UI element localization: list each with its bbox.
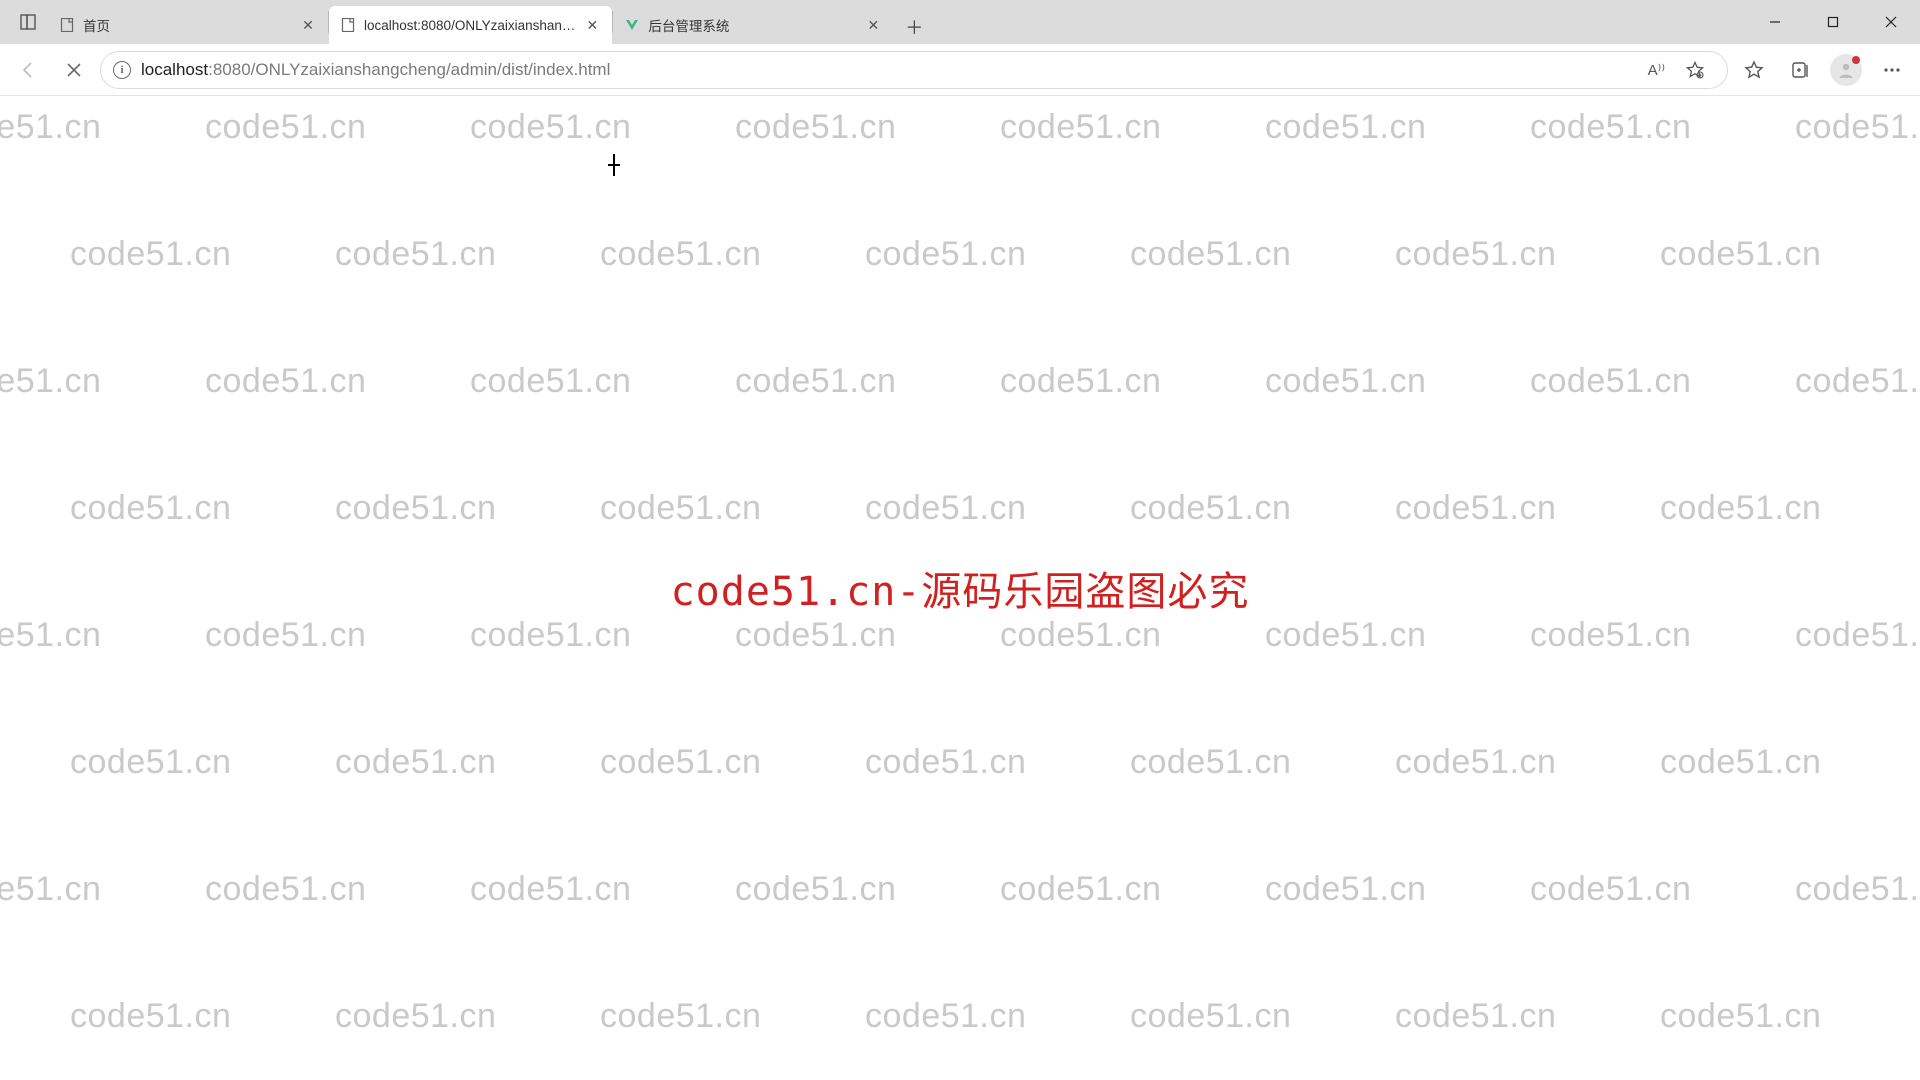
address-bar[interactable]: i localhost:8080/ONLYzaixianshangcheng/a… (100, 51, 1728, 89)
center-warning-text: code51.cn-源码乐园盗图必究 (671, 559, 1250, 617)
watermark-text: code51.cn (205, 870, 366, 909)
tab-2[interactable]: 后台管理系统 ✕ (613, 6, 893, 44)
url-host: localhost (141, 60, 208, 79)
minimize-button[interactable] (1746, 0, 1804, 44)
watermark-text: code51.cn (0, 108, 101, 147)
watermark-text: code51.cn (70, 235, 231, 274)
site-info-icon[interactable]: i (113, 61, 131, 79)
watermark-text: code51.cn (865, 489, 1026, 528)
watermark-text: code51.cn (735, 870, 896, 909)
watermark-text: code51.cn (1130, 997, 1291, 1036)
tab-title: localhost:8080/ONLYzaixianshan… (364, 18, 575, 33)
watermark-text: code51.cn (0, 870, 101, 909)
watermark-text: code51.cn (205, 616, 366, 655)
watermark-text: code51.cn (1265, 362, 1426, 401)
collections-icon[interactable] (1780, 50, 1820, 90)
close-window-button[interactable] (1862, 0, 1920, 44)
text-cursor-icon (608, 154, 620, 176)
watermark-text: code51.cn (1000, 870, 1161, 909)
vue-icon (624, 17, 640, 33)
close-icon[interactable]: ✕ (583, 16, 601, 34)
watermark-text: code51.cn (865, 997, 1026, 1036)
watermark-text: code51.cn (1660, 235, 1821, 274)
tab-strip: 首页 ✕ localhost:8080/ONLYzaixianshan… ✕ 后… (0, 0, 1920, 44)
profile-avatar[interactable] (1826, 50, 1866, 90)
watermark-text: code51.cn (1000, 362, 1161, 401)
url-path: :8080/ONLYzaixianshangcheng/admin/dist/i… (208, 60, 610, 79)
watermark-text: code51.cn (1530, 870, 1691, 909)
watermark-text: code51.cn (1130, 489, 1291, 528)
watermark-text: code51.cn (1000, 616, 1161, 655)
watermark-text: code51.cn (470, 108, 631, 147)
watermark-text: code51.cn (865, 743, 1026, 782)
watermark-text: code51.cn (600, 997, 761, 1036)
watermark-text: code51.cn (0, 616, 101, 655)
watermark-text: code51.cn (1795, 870, 1920, 909)
tab-actions-icon[interactable] (8, 0, 48, 44)
watermark-text: code51.cn (1530, 362, 1691, 401)
close-icon[interactable]: ✕ (864, 16, 882, 34)
watermark-text: code51.cn (205, 108, 366, 147)
watermark-text: code51.cn (1530, 108, 1691, 147)
watermark-text: code51.cn (70, 743, 231, 782)
watermark-text: code51.cn (1795, 616, 1920, 655)
watermark-text: code51.cn (1795, 108, 1920, 147)
watermark-text: code51.cn (1660, 743, 1821, 782)
favorite-star-icon[interactable] (1675, 50, 1715, 90)
watermark-text: code51.cn (1530, 616, 1691, 655)
toolbar: i localhost:8080/ONLYzaixianshangcheng/a… (0, 44, 1920, 96)
watermark-text: code51.cn (1395, 743, 1556, 782)
watermark-text: code51.cn (1130, 743, 1291, 782)
close-icon[interactable]: ✕ (299, 16, 317, 34)
tab-title: 后台管理系统 (648, 15, 856, 35)
page-icon (59, 17, 75, 33)
url-text: localhost:8080/ONLYzaixianshangcheng/adm… (141, 60, 1638, 80)
watermark-text: code51.cn (600, 743, 761, 782)
watermark-text: code51.cn (205, 362, 366, 401)
watermark-text: code51.cn (335, 743, 496, 782)
menu-icon[interactable] (1872, 50, 1912, 90)
watermark-text: code51.cn (0, 362, 101, 401)
watermark-text: code51.cn (1795, 362, 1920, 401)
watermark-text: code51.cn (470, 870, 631, 909)
watermark-text: code51.cn (335, 489, 496, 528)
read-aloud-icon[interactable]: A⁾⁾ (1648, 50, 1665, 90)
watermark-text: code51.cn (1265, 616, 1426, 655)
watermark-text: code51.cn (600, 235, 761, 274)
watermark-text: code51.cn (1660, 997, 1821, 1036)
watermark-text: code51.cn (1395, 235, 1556, 274)
watermark-text: code51.cn (600, 489, 761, 528)
watermark-text: code51.cn (335, 235, 496, 274)
watermark-text: code51.cn (1395, 489, 1556, 528)
watermark-text: code51.cn (470, 362, 631, 401)
back-button[interactable] (8, 50, 48, 90)
tab-0[interactable]: 首页 ✕ (48, 6, 328, 44)
watermark-text: code51.cn (335, 997, 496, 1036)
favorites-icon[interactable] (1734, 50, 1774, 90)
watermark-text: code51.cn (1265, 870, 1426, 909)
watermark-text: code51.cn (70, 489, 231, 528)
watermark-text: code51.cn (1130, 235, 1291, 274)
page-content: code51.cncode51.cncode51.cncode51.cncode… (0, 96, 1920, 1080)
window-controls (1746, 0, 1920, 44)
new-tab-button[interactable]: ＋ (897, 10, 931, 44)
watermark-text: code51.cn (1265, 108, 1426, 147)
watermark-text: code51.cn (470, 616, 631, 655)
watermark-text: code51.cn (1395, 997, 1556, 1036)
watermark-text: code51.cn (1660, 489, 1821, 528)
maximize-button[interactable] (1804, 0, 1862, 44)
stop-button[interactable] (54, 50, 94, 90)
page-icon (340, 17, 356, 33)
watermark-text: code51.cn (735, 108, 896, 147)
watermark-text: code51.cn (1000, 108, 1161, 147)
watermark-text: code51.cn (735, 362, 896, 401)
watermark-text: code51.cn (865, 235, 1026, 274)
watermark-text: code51.cn (70, 997, 231, 1036)
tab-title: 首页 (83, 15, 291, 35)
watermark-text: code51.cn (735, 616, 896, 655)
tab-1[interactable]: localhost:8080/ONLYzaixianshan… ✕ (329, 6, 612, 44)
